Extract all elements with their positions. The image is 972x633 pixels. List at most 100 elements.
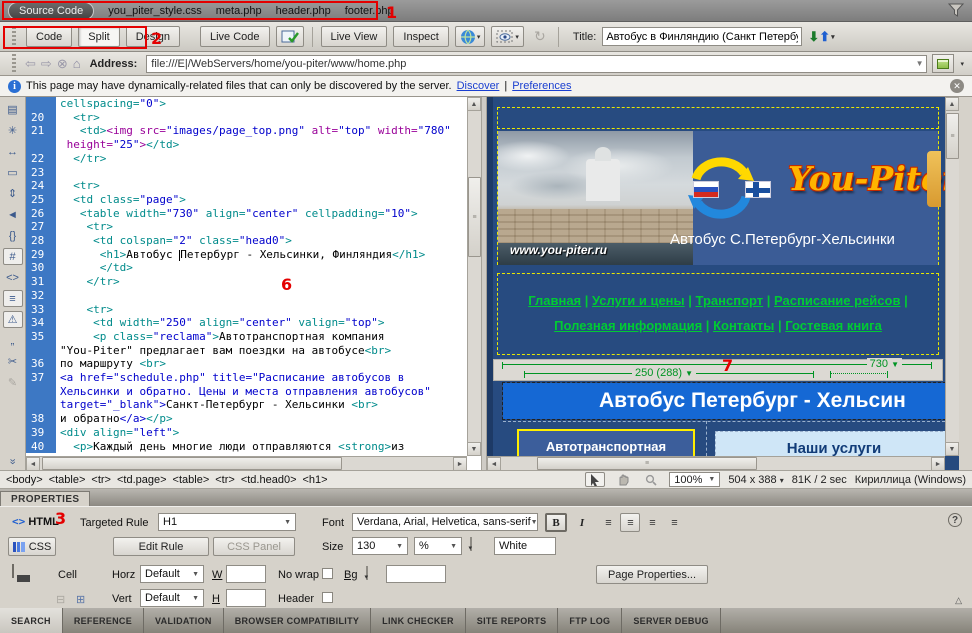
file-management-icon[interactable]: ⬇⬆▾ xyxy=(808,29,834,45)
tag-selector-item[interactable]: <tr> xyxy=(91,474,111,486)
results-tab-server-debug[interactable]: SERVER DEBUG xyxy=(622,608,720,633)
code-line[interactable]: 29 <h1>Автобус Петербург - Хельсинки, Фи… xyxy=(26,248,467,262)
related-file-meta[interactable]: meta.php xyxy=(216,5,262,17)
scroll-right-icon[interactable]: ► xyxy=(453,457,467,470)
code-line[interactable]: 26 <table width="730" align="center" cel… xyxy=(26,207,467,221)
design-h1-heading[interactable]: Автобус Петербург - Хельсин xyxy=(503,383,945,419)
live-view-button[interactable]: Live View xyxy=(321,26,388,47)
code-line[interactable]: 36по маршруту <br> xyxy=(26,357,467,371)
site-banner[interactable]: You-Piter Автобус С.Петербург-Хельсинки … xyxy=(497,131,939,265)
height-input[interactable] xyxy=(226,589,266,607)
scroll-down-icon[interactable]: ▼ xyxy=(467,442,481,456)
design-scroll-down-icon[interactable]: ▼ xyxy=(945,442,959,456)
home-icon[interactable]: ⌂ xyxy=(73,56,81,71)
code-line[interactable]: cellspacing="0"> xyxy=(26,97,467,111)
design-vscroll-thumb[interactable]: ≡ xyxy=(946,113,959,159)
tag-selector-item[interactable]: <h1> xyxy=(303,474,328,486)
results-tab-ftp-log[interactable]: FTP LOG xyxy=(558,608,622,633)
inspect-button[interactable]: Inspect xyxy=(393,26,448,47)
close-info-bar-icon[interactable]: ✕ xyxy=(950,79,964,93)
code-text[interactable]: <tr> xyxy=(56,179,100,193)
code-text[interactable]: и обратно</a></p> xyxy=(56,412,173,426)
site-nav-link[interactable]: Услуги и цены xyxy=(592,293,685,308)
code-view-button[interactable]: Code xyxy=(26,26,72,47)
targeted-rule-dropdown[interactable]: H1▼ xyxy=(158,513,296,531)
code-line[interactable]: 21 <td><img src="images/page_top.png" al… xyxy=(26,124,467,138)
code-vertical-scrollbar[interactable]: ▲ ≡ ▼ xyxy=(467,97,481,456)
code-line[interactable]: 27 <tr> xyxy=(26,220,467,234)
scroll-left-icon[interactable]: ◄ xyxy=(26,457,40,470)
results-tab-validation[interactable]: VALIDATION xyxy=(144,608,224,633)
stop-icon[interactable]: ⊗ xyxy=(57,56,68,72)
code-text[interactable]: <tr> xyxy=(56,303,113,317)
browser-list-icon[interactable] xyxy=(932,54,954,73)
code-text[interactable]: <td><img src="images/page_top.png" alt="… xyxy=(56,124,451,138)
select-parent-tag-icon[interactable]: ◄ xyxy=(3,206,23,223)
code-text[interactable]: Хельсинки и обратно. Цены и места отправ… xyxy=(56,385,431,399)
bg-color-field[interactable] xyxy=(386,565,446,583)
window-size-dropdown[interactable]: 504 x 388 ▾ xyxy=(728,474,783,486)
preferences-link[interactable]: Preferences xyxy=(512,80,571,92)
edit-rule-button[interactable]: Edit Rule xyxy=(113,537,209,556)
back-icon[interactable]: ⇦ xyxy=(25,56,36,72)
code-line[interactable]: 33 <tr> xyxy=(26,303,467,317)
code-line[interactable]: 39<div align="left"> xyxy=(26,426,467,440)
code-line[interactable]: 30 </td> xyxy=(26,261,467,275)
collapse-full-tag-icon[interactable]: ↔ xyxy=(3,143,23,160)
design-scroll-up-icon[interactable]: ▲ xyxy=(945,97,959,111)
text-color-swatch[interactable] xyxy=(470,537,472,551)
design-scroll-left-icon[interactable]: ◄ xyxy=(487,457,501,470)
related-file-css[interactable]: you_piter_style.css xyxy=(108,5,202,17)
code-line[interactable]: Хельсинки и обратно. Цены и места отправ… xyxy=(26,385,467,399)
hand-tool-icon[interactable] xyxy=(613,472,633,487)
split-view-button[interactable]: Split xyxy=(78,26,119,47)
code-text[interactable]: по маршруту <br> xyxy=(56,357,166,371)
filter-related-files-icon[interactable] xyxy=(948,3,964,20)
no-wrap-checkbox[interactable] xyxy=(322,568,333,579)
design-horizontal-scrollbar[interactable]: ◄ ≡ ► xyxy=(487,456,945,470)
column-width-menu-250[interactable]: 250 (288) ▼ xyxy=(632,367,696,379)
design-view-pane[interactable]: You-Piter Автобус С.Петербург-Хельсинки … xyxy=(487,97,959,470)
code-text[interactable]: <a href="schedule.php" title="Расписание… xyxy=(56,371,404,385)
align-left-icon[interactable]: ≡ xyxy=(598,513,618,532)
code-line[interactable]: 20 <tr> xyxy=(26,111,467,125)
horz-dropdown[interactable]: Default▼ xyxy=(140,565,204,583)
syntax-error-alerts-icon[interactable]: ⚠ xyxy=(3,311,23,328)
address-input[interactable]: file:///E|/WebServers/home/you-piter/www… xyxy=(146,55,927,73)
code-text[interactable]: <td class="page"> xyxy=(56,193,186,207)
code-vscroll-thumb[interactable]: ≡ xyxy=(468,177,481,257)
code-line[interactable]: 23 xyxy=(26,166,467,180)
results-tab-search[interactable]: SEARCH xyxy=(0,608,63,633)
bold-button[interactable]: B xyxy=(545,513,567,532)
code-line[interactable]: 37<a href="schedule.php" title="Расписан… xyxy=(26,371,467,385)
code-text[interactable]: </td> xyxy=(56,261,133,275)
tag-selector-item[interactable]: <tr> xyxy=(215,474,235,486)
results-tab-browser-compatibility[interactable]: BROWSER COMPATIBILITY xyxy=(224,608,371,633)
live-code-button[interactable]: Live Code xyxy=(200,26,270,47)
address-dropdown-icon[interactable]: ▼ xyxy=(916,59,924,68)
format-source-icon[interactable]: ✎ xyxy=(3,374,23,391)
code-text[interactable]: height="25"></td> xyxy=(56,138,179,152)
code-line[interactable]: target="_blank">Санкт-Петербург - Хельси… xyxy=(26,398,467,412)
site-nav-link[interactable]: Транспорт xyxy=(696,293,764,308)
code-text[interactable]: <p class="reclama">Автотранспортная комп… xyxy=(56,330,385,344)
tag-selector-item[interactable]: <body> xyxy=(6,474,43,486)
code-navigator-icon[interactable]: ✳ xyxy=(3,122,23,139)
site-nav-link[interactable]: Полезная информация xyxy=(554,318,702,333)
design-hscroll-thumb[interactable]: ≡ xyxy=(537,457,757,470)
text-color-name-field[interactable]: White xyxy=(494,537,556,555)
code-line[interactable]: 25 <td class="page"> xyxy=(26,193,467,207)
discover-link[interactable]: Discover xyxy=(457,80,500,92)
code-text[interactable] xyxy=(56,166,60,180)
design-scroll-right-icon[interactable]: ► xyxy=(931,457,945,470)
design-empty-table-row[interactable] xyxy=(497,107,939,129)
code-text[interactable]: <p>Каждый день многие люди отправляются … xyxy=(56,440,404,454)
code-line[interactable]: 28 <td colspan="2" class="head0"> xyxy=(26,234,467,248)
apply-comment-icon[interactable]: „ xyxy=(3,332,23,349)
code-text[interactable]: </tr> xyxy=(56,275,120,289)
open-documents-icon[interactable]: ▤ xyxy=(3,101,23,118)
select-tool-icon[interactable] xyxy=(585,472,605,487)
results-tab-site-reports[interactable]: SITE REPORTS xyxy=(466,608,559,633)
code-text[interactable]: <table width="730" align="center" cellpa… xyxy=(56,207,418,221)
merge-cells-icon[interactable]: ⊟ xyxy=(56,593,65,606)
